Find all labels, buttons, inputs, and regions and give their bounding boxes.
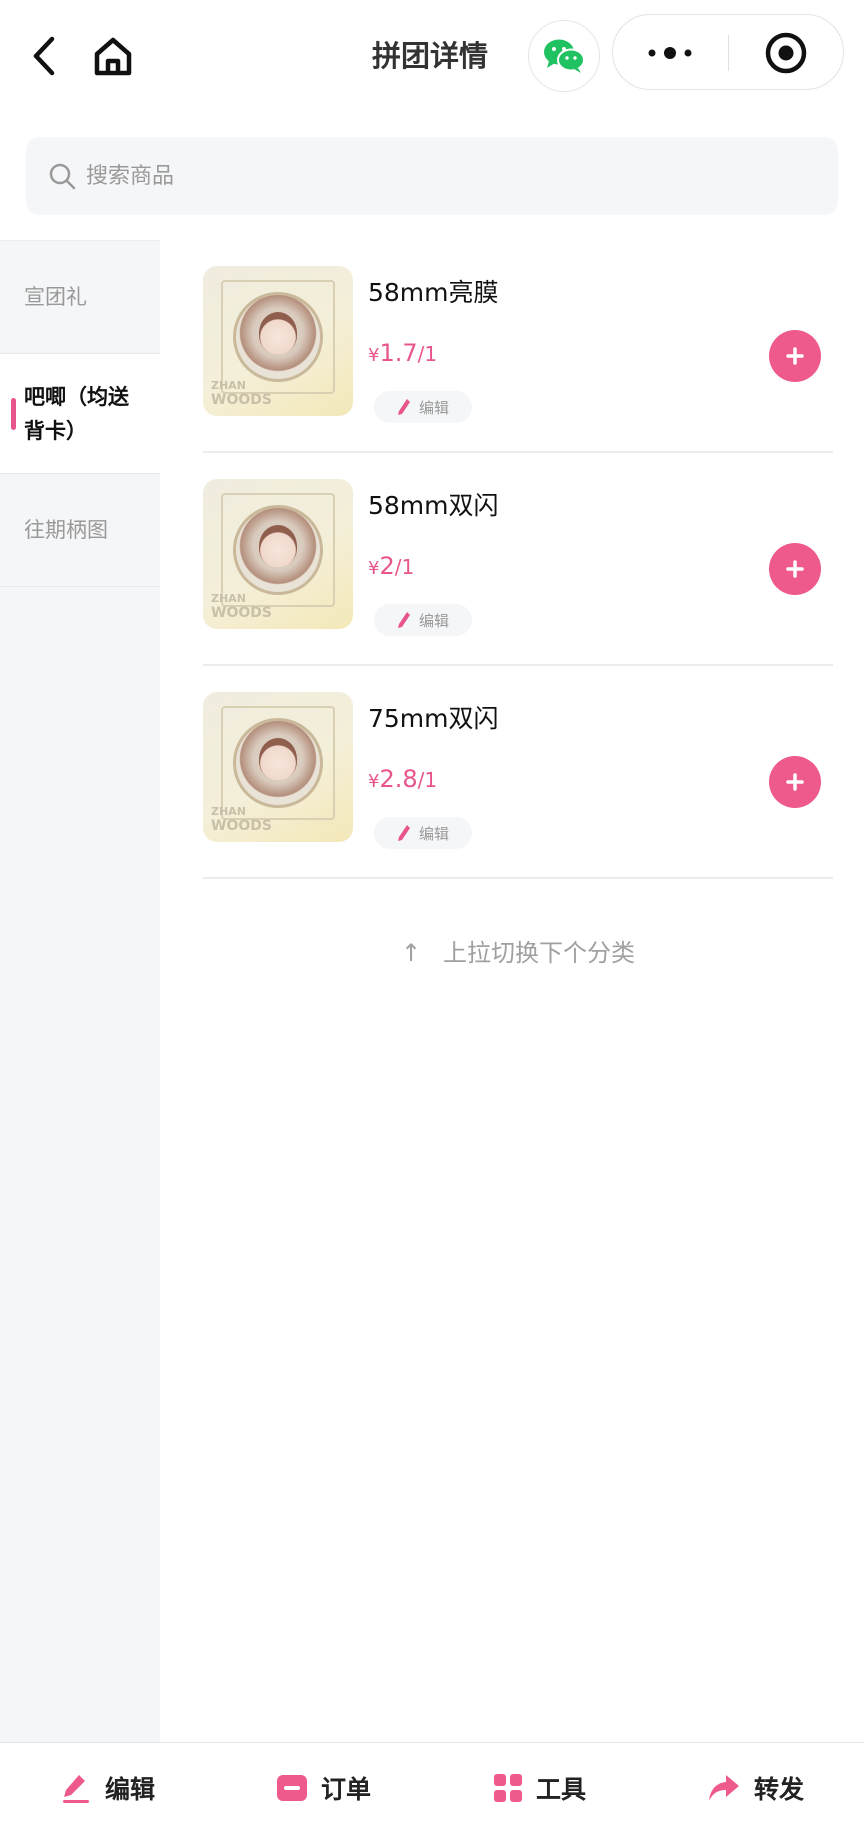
- share-arrow-icon: [708, 1773, 740, 1803]
- edit-product-button[interactable]: 编辑: [374, 391, 472, 423]
- image-caption: ZHAN WOODS: [211, 592, 272, 622]
- product-item[interactable]: ZHAN WOODS 75mm双闪 ¥2.8/1 编辑: [203, 666, 833, 879]
- category-item-gift[interactable]: 宣团礼: [0, 241, 160, 354]
- price-amount: 2: [379, 552, 395, 580]
- product-image[interactable]: ZHAN WOODS: [203, 479, 353, 629]
- product-image[interactable]: ZHAN WOODS: [203, 692, 353, 842]
- pencil-icon: [61, 1772, 91, 1804]
- home-button[interactable]: [88, 30, 138, 82]
- category-label: 往期柄图: [24, 518, 108, 542]
- add-to-cart-button[interactable]: [769, 330, 821, 382]
- image-character: [259, 738, 297, 780]
- share-tab-button[interactable]: 转发: [648, 1743, 864, 1832]
- pencil-icon: [397, 611, 411, 629]
- add-to-cart-button[interactable]: [769, 543, 821, 595]
- close-mini-program-button[interactable]: [729, 15, 843, 91]
- orders-tab-button[interactable]: 订单: [216, 1743, 432, 1832]
- pull-up-hint-text: 上拉切换下个分类: [443, 939, 636, 967]
- edit-label: 编辑: [418, 398, 449, 417]
- more-dots-icon: [648, 47, 692, 59]
- product-list: ZHAN WOODS 58mm亮膜 ¥1.7/1 编辑 ZHAN WOODS 58m…: [203, 240, 833, 879]
- edit-label: 编辑: [418, 824, 449, 843]
- image-character: [259, 525, 297, 567]
- mini-program-capsule: [612, 14, 844, 90]
- product-item[interactable]: ZHAN WOODS 58mm双闪 ¥2/1 编辑: [203, 453, 833, 666]
- back-button[interactable]: [24, 30, 64, 82]
- category-item-past[interactable]: 往期柄图: [0, 474, 160, 587]
- order-list-icon: [276, 1775, 307, 1801]
- chevron-left-icon: [33, 36, 55, 76]
- category-item-badge[interactable]: 吧唧（均送背卡）: [0, 354, 160, 474]
- active-indicator: [11, 397, 16, 430]
- image-caption-line: ZHAN: [211, 805, 246, 818]
- product-price: ¥1.7/1: [368, 338, 437, 371]
- image-caption-line: WOODS: [211, 392, 272, 408]
- tools-tab-button[interactable]: 工具: [432, 1743, 648, 1832]
- share-tab-label: 转发: [753, 1775, 804, 1804]
- search-icon: [46, 160, 78, 192]
- image-caption-line: ZHAN: [211, 379, 246, 392]
- edit-tab-button[interactable]: 编辑: [0, 1743, 216, 1832]
- wechat-share-button[interactable]: [528, 20, 600, 92]
- plus-icon: [786, 347, 804, 365]
- search-bar[interactable]: [26, 137, 838, 215]
- edit-label: 编辑: [418, 611, 449, 630]
- product-name: 75mm双闪: [368, 704, 499, 733]
- pencil-icon: [397, 824, 411, 842]
- image-caption-line: WOODS: [211, 818, 272, 834]
- currency-symbol: ¥: [368, 771, 380, 792]
- target-close-icon: [765, 32, 807, 74]
- more-button[interactable]: [613, 15, 727, 91]
- product-image[interactable]: ZHAN WOODS: [203, 266, 353, 416]
- price-unit: /1: [394, 555, 415, 579]
- nav-header: 拼团详情: [0, 0, 864, 120]
- plus-icon: [786, 773, 804, 791]
- edit-product-button[interactable]: 编辑: [374, 604, 472, 636]
- edit-product-button[interactable]: 编辑: [374, 817, 472, 849]
- home-icon: [94, 37, 132, 76]
- add-to-cart-button[interactable]: [769, 756, 821, 808]
- page-title: 拼团详情: [371, 39, 488, 73]
- image-caption-line: ZHAN: [211, 592, 246, 605]
- image-caption: ZHAN WOODS: [211, 379, 272, 409]
- product-item[interactable]: ZHAN WOODS 58mm亮膜 ¥1.7/1 编辑: [203, 240, 833, 453]
- product-price: ¥2.8/1: [368, 764, 437, 797]
- product-name: 58mm双闪: [368, 491, 499, 520]
- pencil-icon: [397, 398, 411, 416]
- category-sidebar: 宣团礼 吧唧（均送背卡） 往期柄图: [0, 240, 160, 1742]
- category-label: 吧唧（均送背卡）: [24, 384, 129, 443]
- wechat-icon: [544, 39, 585, 73]
- image-caption: ZHAN WOODS: [211, 805, 272, 835]
- price-unit: /1: [417, 342, 438, 366]
- product-name: 58mm亮膜: [368, 278, 499, 307]
- image-character: [259, 312, 297, 354]
- category-label: 宣团礼: [24, 285, 87, 309]
- grid-icon: [493, 1774, 522, 1802]
- currency-symbol: ¥: [368, 345, 380, 366]
- price-amount: 1.7: [379, 339, 418, 367]
- pull-up-hint: ↑ 上拉切换下个分类: [203, 935, 833, 971]
- orders-tab-label: 订单: [320, 1775, 371, 1804]
- search-input[interactable]: [86, 163, 686, 189]
- edit-tab-label: 编辑: [104, 1775, 155, 1804]
- price-unit: /1: [417, 768, 438, 792]
- tools-tab-label: 工具: [535, 1775, 586, 1804]
- arrow-up-icon: ↑: [400, 939, 422, 967]
- image-caption-line: WOODS: [211, 605, 272, 621]
- price-amount: 2.8: [379, 765, 418, 793]
- currency-symbol: ¥: [368, 558, 380, 579]
- product-price: ¥2/1: [368, 551, 414, 584]
- bottom-action-bar: 编辑 订单 工具 转发: [0, 1742, 864, 1832]
- plus-icon: [786, 560, 804, 578]
